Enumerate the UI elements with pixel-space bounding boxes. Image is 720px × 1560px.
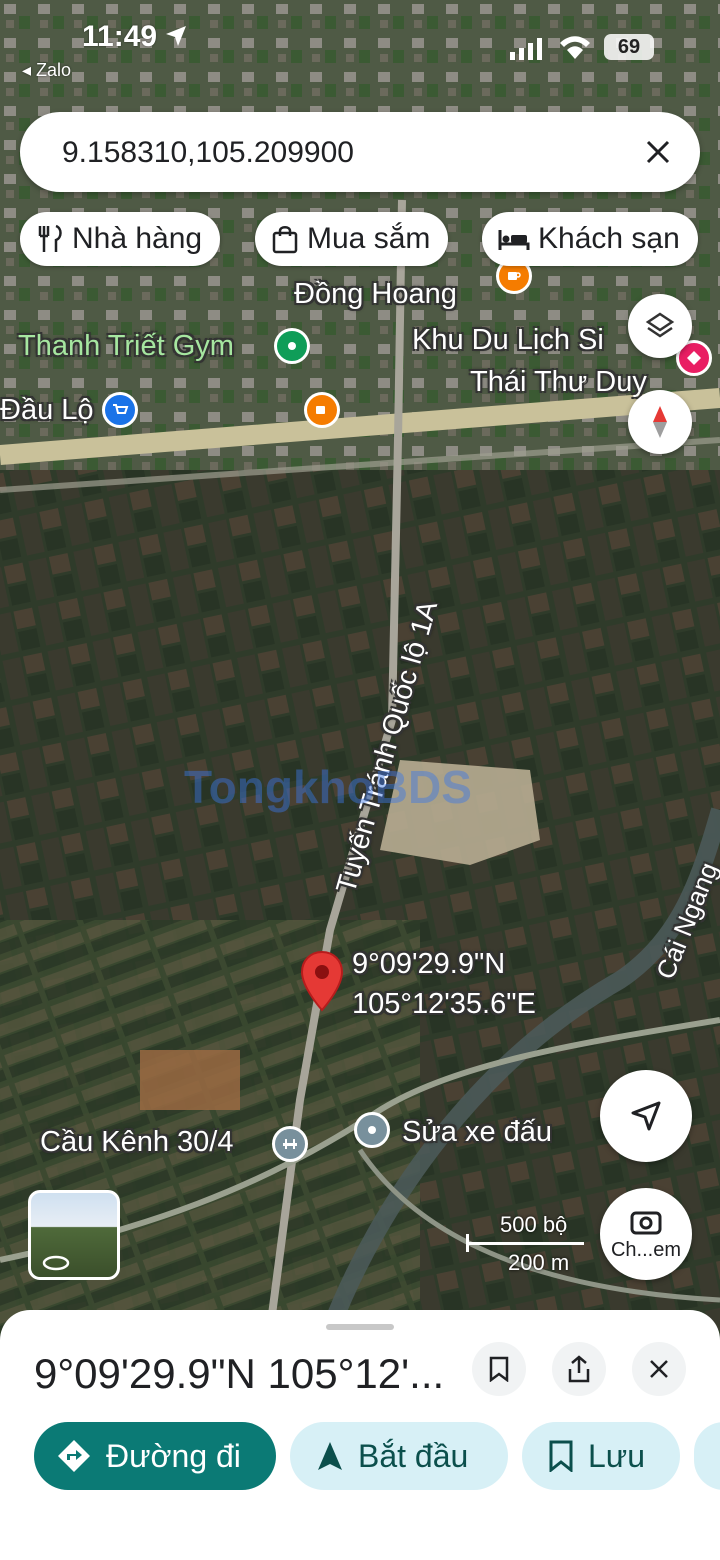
place-label-dau-lo[interactable]: Đầu Lộ xyxy=(0,394,94,427)
chip-shopping-label: Mua sắm xyxy=(307,222,431,255)
share-icon xyxy=(568,1355,590,1383)
place-label-tourism[interactable]: Khu Du Lịch Si xyxy=(412,324,604,357)
pin-longitude: 105°12'35.6"E xyxy=(352,988,536,1020)
layers-icon xyxy=(645,312,675,338)
start-label: Bắt đầu xyxy=(358,1437,469,1474)
status-time: 11:49 xyxy=(82,20,158,53)
navigation-start-icon xyxy=(318,1442,342,1470)
scale-bar: 500 bộ 200 m xyxy=(466,1212,590,1275)
shopping-poi-icon[interactable] xyxy=(102,392,138,428)
street-view-thumbnail[interactable] xyxy=(28,1190,120,1280)
status-bar: 11:49 ◂ Zalo 69 xyxy=(0,0,720,90)
battery-indicator: 69 xyxy=(604,34,654,60)
chip-hotels[interactable]: Khách sạn xyxy=(482,212,698,266)
bridge-poi-icon[interactable] xyxy=(272,1126,308,1162)
save-label: Lưu xyxy=(588,1437,646,1474)
place-label-gym[interactable]: Thanh Triết Gym xyxy=(18,330,234,363)
scale-meters: 200 m xyxy=(508,1250,570,1275)
wifi-icon xyxy=(560,36,590,59)
chip-shopping[interactable]: Mua sắm xyxy=(255,212,449,266)
rotate-360-icon xyxy=(42,1255,70,1271)
more-actions-button[interactable] xyxy=(694,1422,720,1490)
repair-poi-icon[interactable] xyxy=(354,1112,390,1148)
bookmark-icon xyxy=(489,1356,509,1382)
search-bar[interactable]: 9.158310,105.209900 xyxy=(20,112,700,192)
bookmark-icon xyxy=(549,1440,573,1472)
back-to-app[interactable]: ◂ Zalo xyxy=(22,60,71,81)
gym-poi-icon[interactable] xyxy=(274,328,310,364)
restaurant-icon xyxy=(38,224,62,252)
chip-restaurants[interactable]: Nhà hàng xyxy=(20,212,221,266)
layers-button[interactable] xyxy=(628,294,692,358)
chip-restaurants-label: Nhà hàng xyxy=(72,222,203,255)
navigation-arrow-icon xyxy=(631,1101,661,1131)
close-sheet-button[interactable] xyxy=(632,1342,686,1396)
place-label-dong-hoang[interactable]: Đồng Hoang xyxy=(294,278,457,311)
map-view[interactable]: Đồng Hoang Thanh Triết Gym Khu Du Lịch S… xyxy=(0,0,720,1330)
watermark: TongkhoBDS xyxy=(184,761,472,813)
place-label-tourism-2[interactable]: Thái Thư Duy xyxy=(470,366,647,399)
drag-handle[interactable] xyxy=(326,1324,394,1330)
save-button[interactable]: Lưu xyxy=(522,1422,680,1490)
hotel-bed-icon xyxy=(498,230,530,250)
location-arrow-icon xyxy=(166,26,186,46)
chip-hotels-label: Khách sạn xyxy=(538,222,680,255)
dropped-pin-icon[interactable] xyxy=(300,950,344,1012)
start-button[interactable]: Bắt đầu xyxy=(290,1422,508,1490)
lens-label: Ch...em xyxy=(610,1238,682,1261)
category-chips: Nhà hàng Mua sắm Khách sạn xyxy=(0,212,720,268)
share-button[interactable] xyxy=(552,1342,606,1396)
camera-lens-icon xyxy=(630,1211,662,1234)
my-location-button[interactable] xyxy=(600,1070,692,1162)
place-bottom-sheet[interactable]: 9°09'29.9"N 105°12'... Đường đi Bắt đầu … xyxy=(0,1310,720,1560)
cafe-poi-icon-2[interactable] xyxy=(304,392,340,428)
close-icon xyxy=(650,1360,668,1378)
scale-feet: 500 bộ xyxy=(500,1212,568,1237)
signal-icon xyxy=(510,38,542,60)
compass-button[interactable] xyxy=(628,390,692,454)
compass-icon xyxy=(653,406,667,438)
shopping-bag-icon xyxy=(272,226,298,254)
search-query[interactable]: 9.158310,105.209900 xyxy=(62,136,354,170)
close-icon[interactable] xyxy=(644,138,672,166)
pin-latitude: 9°09'29.9"N xyxy=(352,948,506,980)
lens-button[interactable]: Ch...em xyxy=(600,1188,692,1280)
bookmark-button[interactable] xyxy=(472,1342,526,1396)
place-label-repair-shop[interactable]: Sửa xe đấu xyxy=(402,1116,552,1149)
directions-button[interactable]: Đường đi xyxy=(34,1422,276,1490)
place-title: 9°09'29.9"N 105°12'... xyxy=(34,1350,445,1397)
directions-icon xyxy=(58,1440,90,1472)
place-label-bridge[interactable]: Cầu Kênh 30/4 xyxy=(40,1126,233,1159)
directions-label: Đường đi xyxy=(106,1437,241,1474)
